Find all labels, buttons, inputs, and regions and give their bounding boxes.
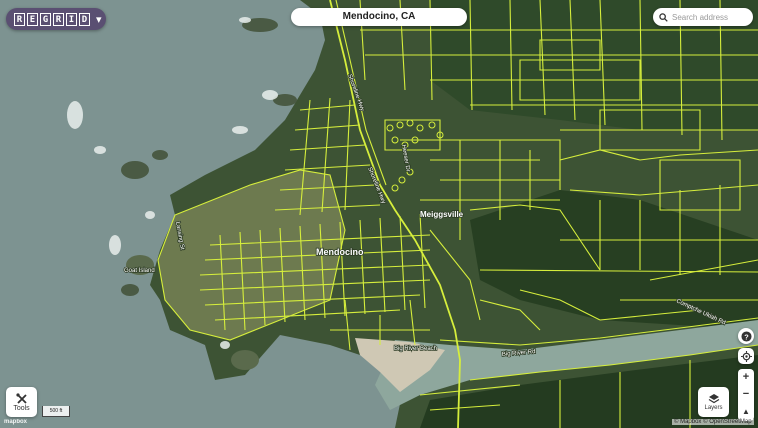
zoom-controls: + − ▲ xyxy=(738,369,754,421)
logo-letter: R xyxy=(14,12,25,26)
info-icon: ? xyxy=(740,330,752,342)
map-canvas[interactable]: Mendocino Meiggsville Big River Beach Go… xyxy=(0,0,758,428)
svg-text:?: ? xyxy=(744,332,749,341)
geolocate-button[interactable] xyxy=(738,348,754,364)
rock xyxy=(121,161,149,179)
label-mendocino: Mendocino xyxy=(316,247,364,257)
logo-letter: G xyxy=(40,12,51,26)
logo-letter: D xyxy=(79,12,90,26)
chevron-down-icon[interactable]: ▾ xyxy=(96,13,102,26)
regrid-logo-menu[interactable]: R E G R I D ▾ xyxy=(6,8,106,30)
layers-label: Layers xyxy=(704,405,723,411)
label-goat-island: Goat Island xyxy=(124,268,155,274)
logo-letter: R xyxy=(53,12,64,26)
search-icon xyxy=(659,12,668,22)
zoom-in-button[interactable]: + xyxy=(738,369,754,386)
mapbox-logo[interactable]: mapbox xyxy=(4,419,27,425)
layers-icon xyxy=(708,394,719,404)
label-meiggsville: Meiggsville xyxy=(420,210,464,219)
label-big-river-beach: Big River Beach xyxy=(394,346,437,352)
tools-button[interactable]: Tools xyxy=(6,387,37,417)
zoom-out-button[interactable]: − xyxy=(738,386,754,403)
help-button[interactable]: ? xyxy=(738,328,754,344)
location-title[interactable]: Mendocino, CA xyxy=(291,8,467,26)
tools-icon xyxy=(15,392,27,404)
rock xyxy=(231,350,259,370)
search-bar[interactable]: Search address xyxy=(653,8,753,26)
regrid-logo: R E G R I D xyxy=(14,12,90,26)
tools-label: Tools xyxy=(13,404,30,412)
compass-button[interactable]: ▲ xyxy=(738,403,754,420)
layers-button[interactable]: Layers xyxy=(698,387,729,417)
search-input[interactable]: Search address xyxy=(672,13,728,22)
rock xyxy=(121,284,139,296)
logo-letter: I xyxy=(66,12,77,26)
logo-letter: E xyxy=(27,12,38,26)
scale-bar: 500 ft xyxy=(42,406,70,417)
rock xyxy=(152,150,168,160)
crosshair-icon xyxy=(740,350,752,362)
map-attribution[interactable]: © Mapbox © OpenStreetMap xyxy=(672,419,754,425)
